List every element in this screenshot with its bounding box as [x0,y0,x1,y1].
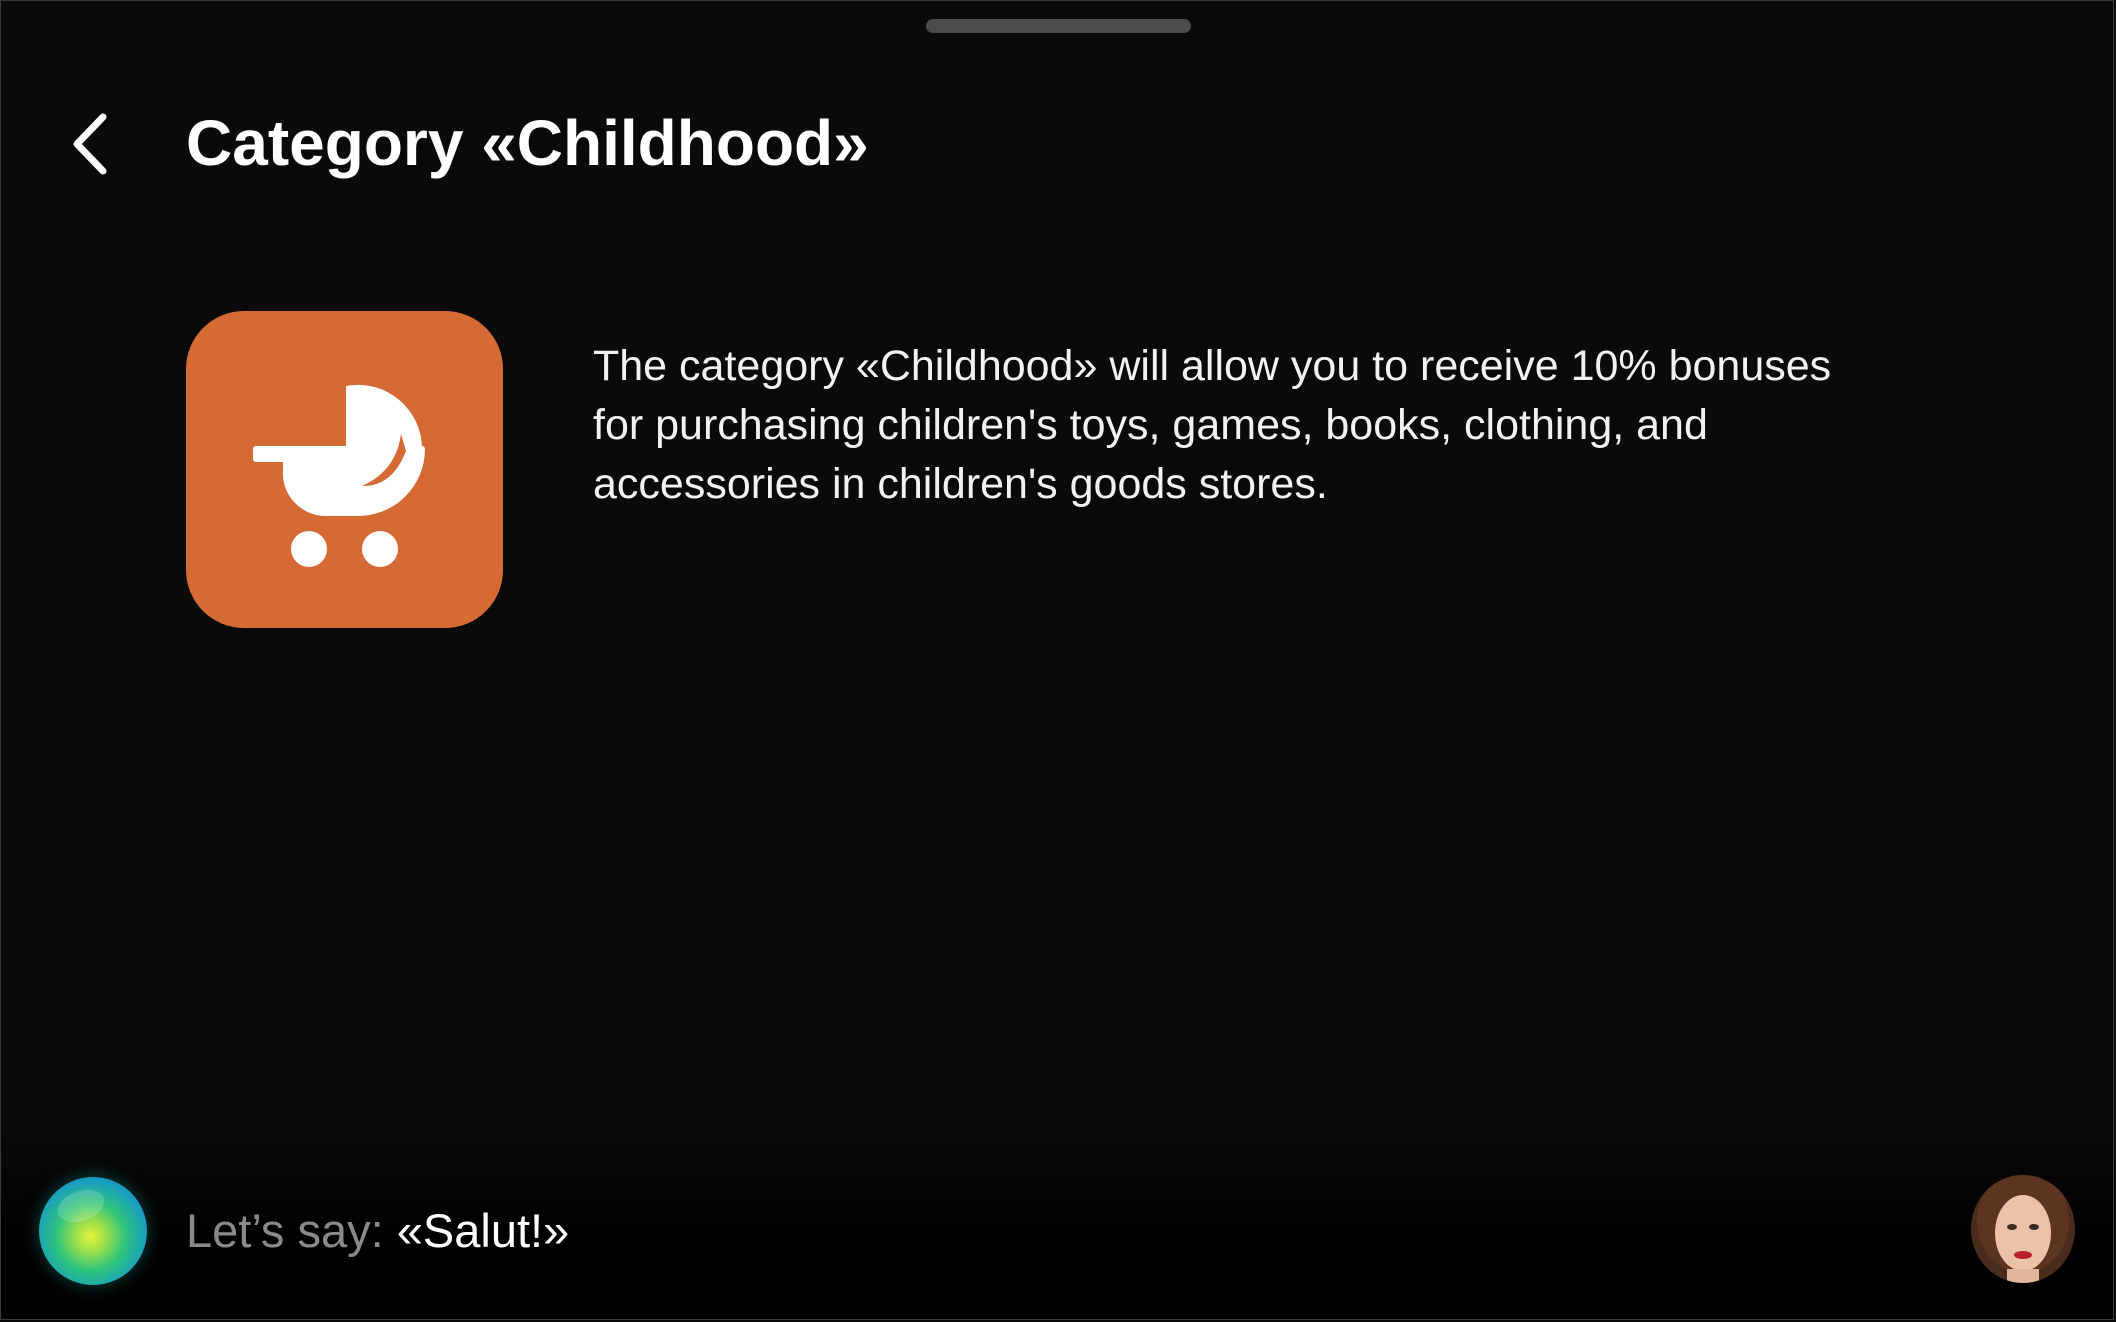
page-title: Category «Childhood» [186,107,869,179]
assistant-orb-icon[interactable] [39,1177,147,1285]
baby-stroller-icon [253,384,425,567]
avatar-face-icon [1971,1175,2075,1283]
category-tile [186,311,503,628]
back-button[interactable] [61,109,121,179]
screen: Category «Childhood» The category «Child… [0,0,2114,1320]
user-avatar[interactable] [1971,1175,2075,1283]
chevron-left-icon [73,113,107,175]
drag-handle[interactable] [926,19,1191,33]
voice-hint: Let’s say: «Salut!» [186,1201,569,1261]
hint-phrase: «Salut!» [396,1204,570,1257]
hint-prefix: Let’s say: [186,1204,397,1257]
category-description: The category «Childhood» will allow you … [593,342,1832,508]
